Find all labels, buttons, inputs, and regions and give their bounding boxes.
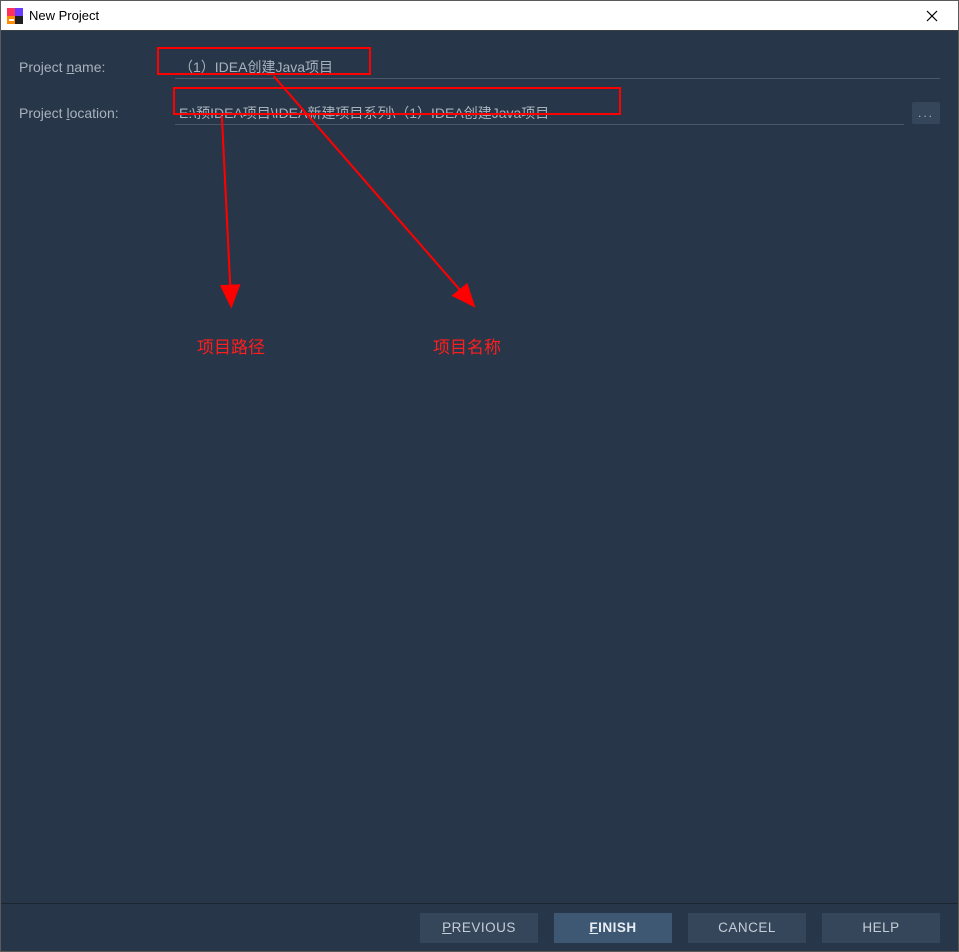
button-bar: PREVIOUS FINISH CANCEL HELP	[1, 903, 958, 951]
annotation-path-label: 项目路径	[197, 333, 265, 358]
project-name-row: Project name:	[19, 55, 940, 79]
close-icon	[926, 10, 938, 22]
project-name-input[interactable]	[175, 55, 940, 79]
previous-button[interactable]: PREVIOUS	[420, 913, 538, 943]
browse-location-button[interactable]: ...	[912, 102, 940, 124]
content-area: Project name: Project location: ...	[1, 31, 958, 903]
project-name-label: Project name:	[19, 59, 175, 75]
annotation-overlay	[1, 31, 958, 903]
help-button[interactable]: HELP	[822, 913, 940, 943]
project-location-input[interactable]	[175, 101, 904, 125]
new-project-dialog: New Project Project name: Project locati…	[0, 0, 959, 952]
project-location-row: Project location: ...	[19, 101, 940, 125]
annotation-name-label: 项目名称	[433, 333, 501, 358]
cancel-button[interactable]: CANCEL	[688, 913, 806, 943]
close-button[interactable]	[912, 2, 952, 30]
intellij-icon	[7, 8, 23, 24]
window-title: New Project	[29, 8, 99, 23]
titlebar: New Project	[1, 1, 958, 31]
arrow-path	[222, 116, 231, 304]
finish-button[interactable]: FINISH	[554, 913, 672, 943]
project-location-label: Project location:	[19, 105, 175, 121]
